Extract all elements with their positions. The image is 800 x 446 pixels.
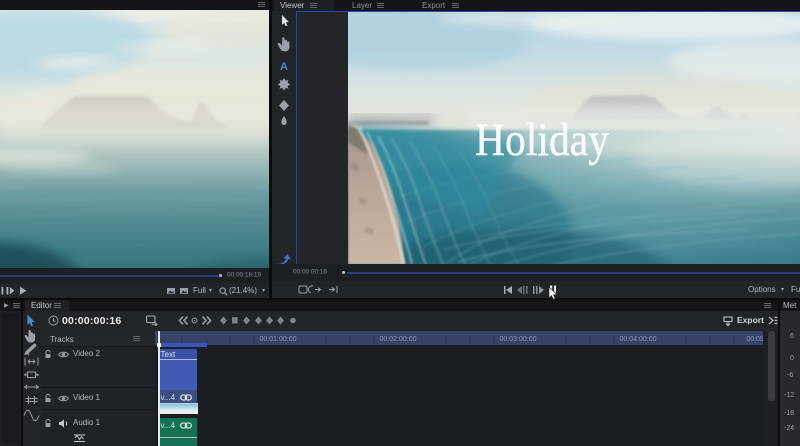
svg-text:00:02:00:00: 00:02:00:00 [380,336,417,343]
svg-text:Holiday: Holiday [475,114,609,166]
svg-text:00:04:00:00: 00:04:00:00 [620,336,657,343]
svg-text:00:05:0: 00:05:0 [746,336,763,343]
svg-text:00:01:00:00: 00:01:00:00 [260,336,297,343]
svg-text:A: A [280,61,288,73]
svg-text:00:03:00:00: 00:03:00:00 [500,336,537,343]
